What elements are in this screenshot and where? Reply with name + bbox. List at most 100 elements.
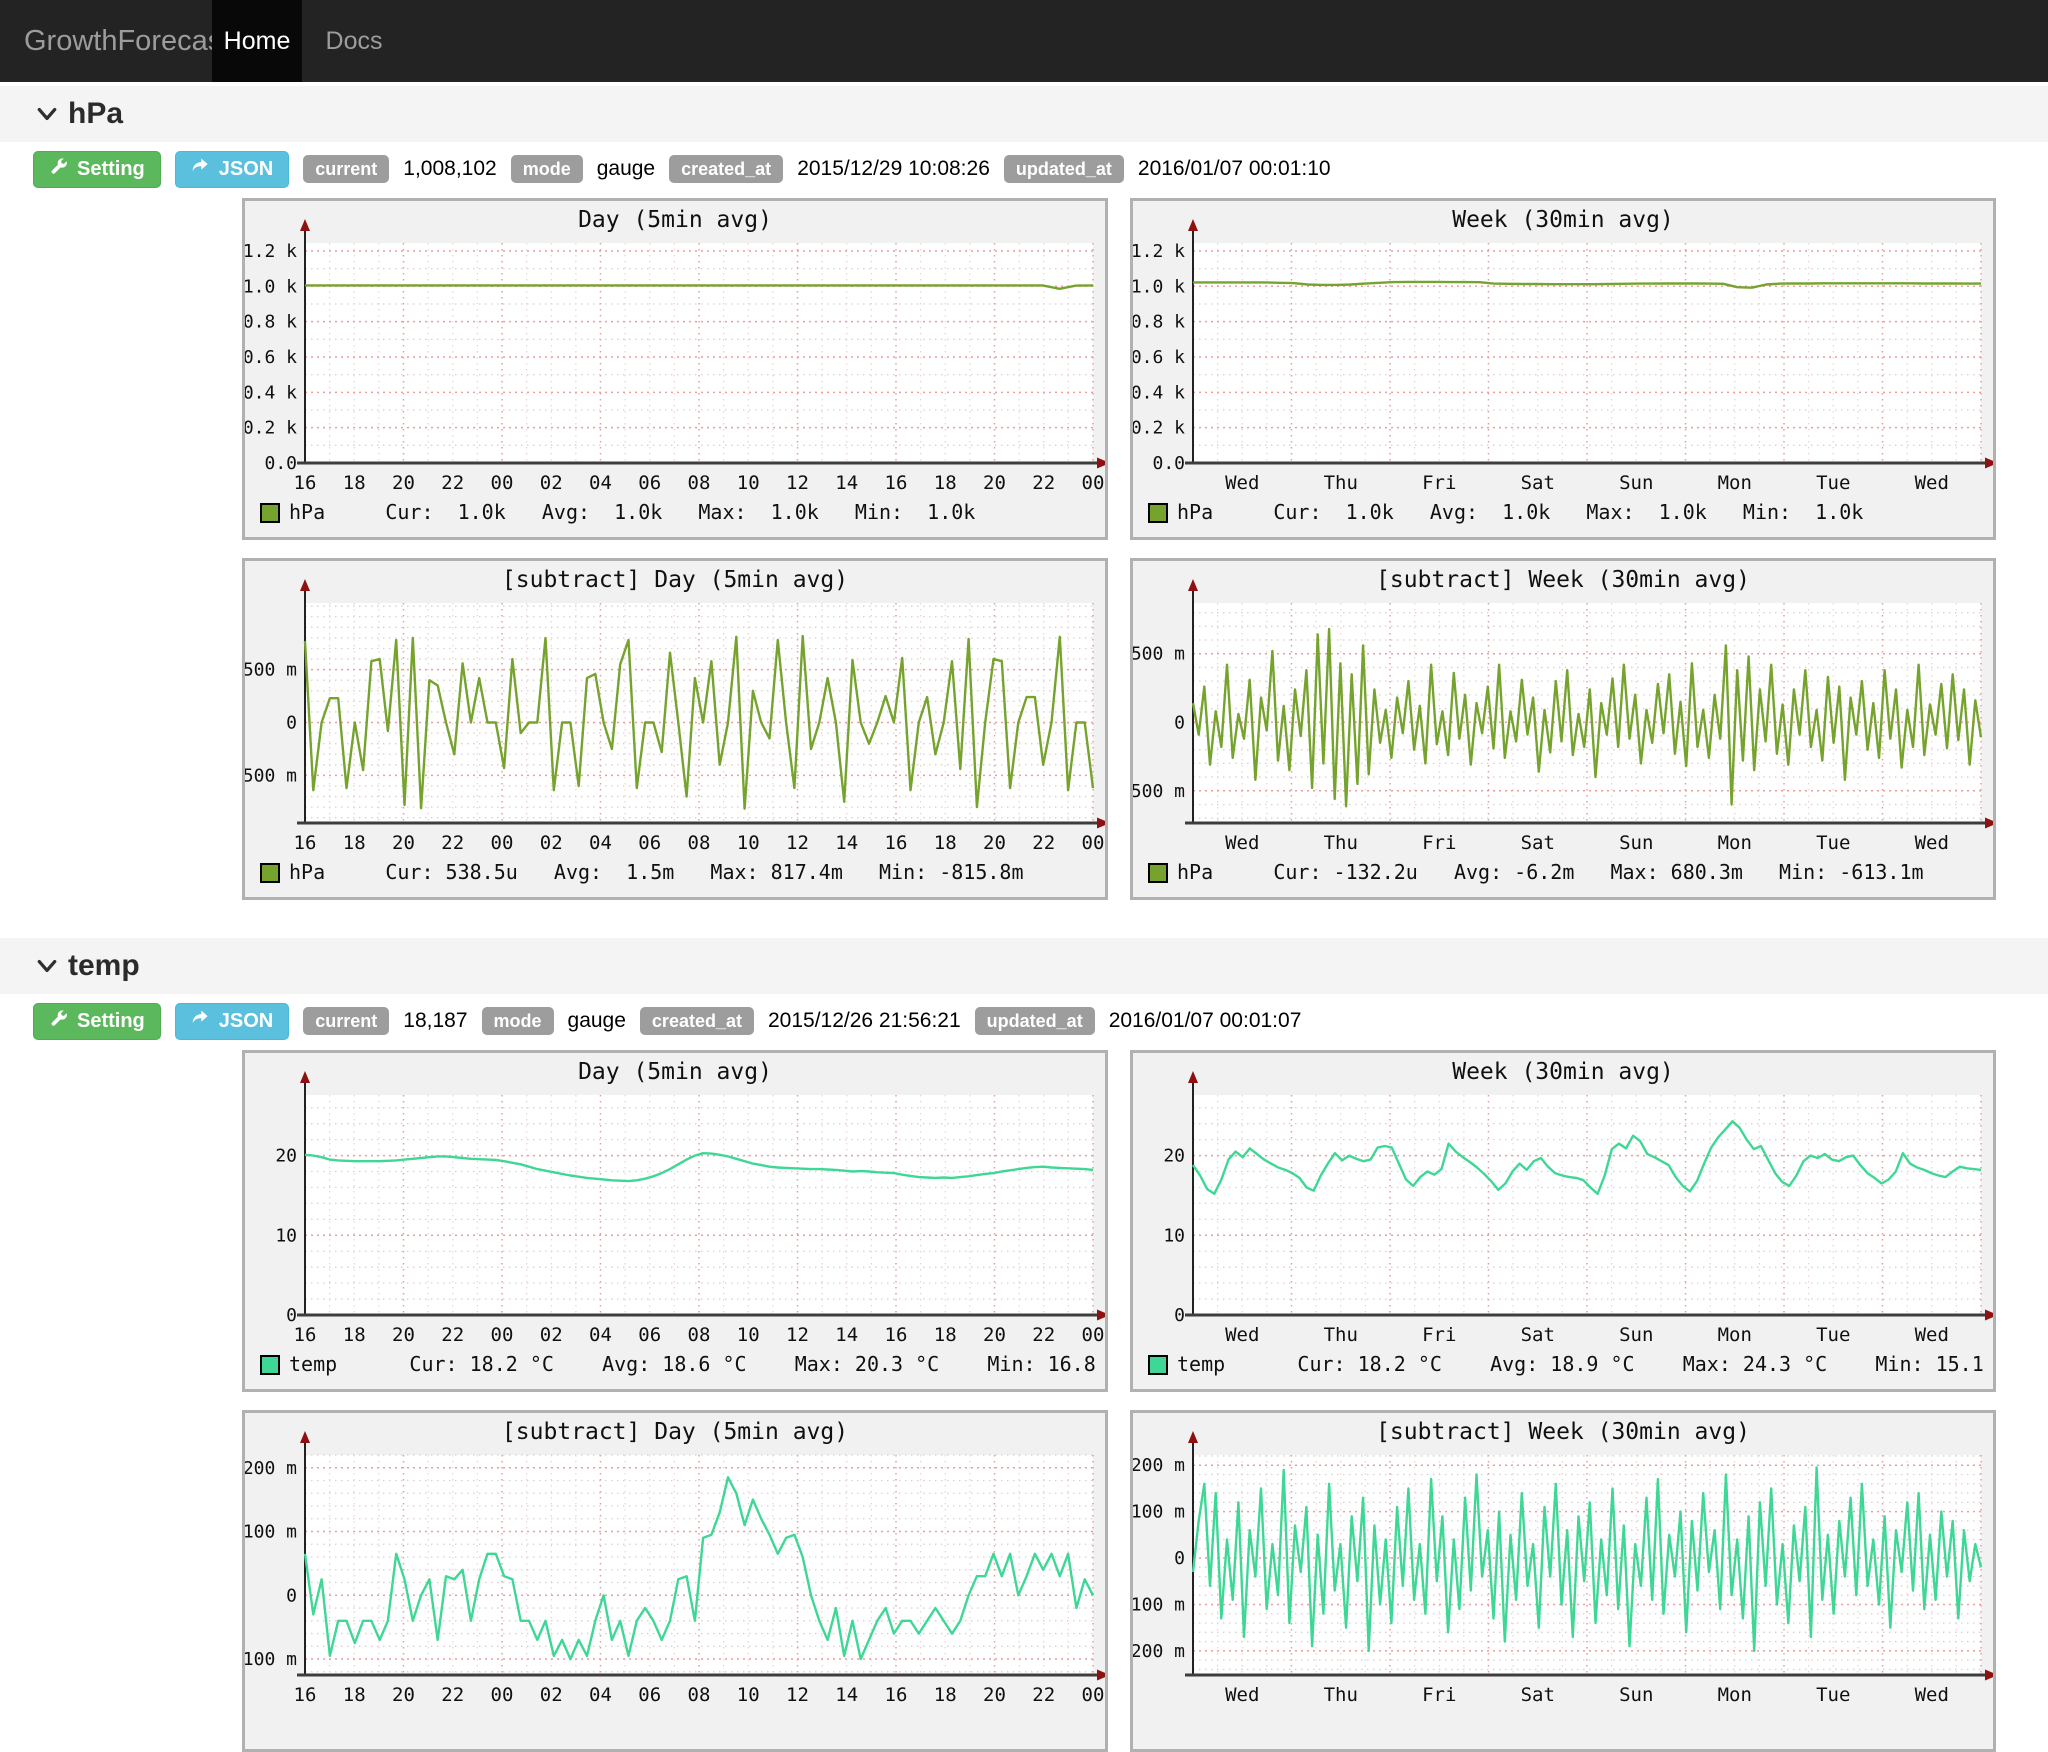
svg-text:Fri: Fri xyxy=(1422,832,1456,854)
svg-text:Tue: Tue xyxy=(1816,832,1850,854)
svg-text:20: 20 xyxy=(1163,1146,1185,1167)
section-header-hpa[interactable]: hPa xyxy=(0,86,2048,142)
svg-text:Sat: Sat xyxy=(1521,832,1555,854)
setting-button[interactable]: Setting xyxy=(33,151,161,188)
section-header-temp[interactable]: temp xyxy=(0,938,2048,994)
svg-text:00: 00 xyxy=(491,1684,514,1706)
svg-text:0.4 k: 0.4 k xyxy=(1133,382,1185,403)
graph-hpa-subtract-day[interactable]: 500 m0-500 m1618202200020406081012141618… xyxy=(242,558,1108,900)
svg-text:Fri: Fri xyxy=(1422,1684,1456,1706)
svg-text:Wed: Wed xyxy=(1225,1684,1259,1706)
updated-at-value: 2016/01/07 00:01:07 xyxy=(1109,1009,1302,1033)
svg-text:12: 12 xyxy=(786,472,809,494)
current-badge: current xyxy=(303,1007,389,1035)
graph-temp-week[interactable]: 20100WedThuFriSatSunMonTueWedWeek (30min… xyxy=(1130,1050,1996,1392)
svg-text:16: 16 xyxy=(885,832,908,854)
wrench-icon xyxy=(49,1009,68,1034)
svg-text:0.4 k: 0.4 k xyxy=(245,382,297,403)
json-button[interactable]: JSON xyxy=(175,1003,289,1040)
svg-text:0.8 k: 0.8 k xyxy=(1133,312,1185,333)
svg-text:0: 0 xyxy=(1174,1305,1185,1326)
svg-text:1.2 k: 1.2 k xyxy=(245,241,297,262)
json-button[interactable]: JSON xyxy=(175,151,289,188)
nav-docs[interactable]: Docs xyxy=(316,0,392,82)
svg-text:-100 m: -100 m xyxy=(245,1649,297,1670)
svg-text:18: 18 xyxy=(934,1684,957,1706)
svg-text:Wed: Wed xyxy=(1915,1324,1949,1346)
graph-temp-subtract-day[interactable]: 200 m100 m0-100 m16182022000204060810121… xyxy=(242,1410,1108,1752)
svg-text:22: 22 xyxy=(1032,832,1055,854)
svg-text:20: 20 xyxy=(983,1324,1006,1346)
graph-hpa-subtract-week[interactable]: 500 m0-500 mWedThuFriSatSunMonTueWed[sub… xyxy=(1130,558,1996,900)
svg-text:16: 16 xyxy=(885,1324,908,1346)
svg-text:22: 22 xyxy=(1032,1684,1055,1706)
svg-text:hPa Cur: 538.5u Avg: 1.: hPa Cur: 538.5u Avg: 1.5m Max: 817.4m Mi… xyxy=(289,860,1024,884)
created-at-badge: created_at xyxy=(640,1007,754,1035)
chart-canvas: 201001618202200020406081012141618202200D… xyxy=(245,1053,1105,1389)
graph-hpa-day[interactable]: 1.2 k1.0 k0.8 k0.6 k0.4 k0.2 k0.01618202… xyxy=(242,198,1108,540)
svg-text:14: 14 xyxy=(835,472,858,494)
svg-text:0.6 k: 0.6 k xyxy=(1133,347,1185,368)
json-button-label: JSON xyxy=(219,158,273,181)
svg-text:0.0: 0.0 xyxy=(1152,453,1185,474)
svg-text:Wed: Wed xyxy=(1225,472,1259,494)
svg-text:10: 10 xyxy=(275,1225,297,1246)
svg-text:Thu: Thu xyxy=(1324,832,1358,854)
svg-text:[subtract] Day (5min avg): [subtract] Day (5min avg) xyxy=(502,1419,848,1445)
svg-text:500 m: 500 m xyxy=(245,660,297,681)
graph-temp-day[interactable]: 201001618202200020406081012141618202200D… xyxy=(242,1050,1108,1392)
mode-value: gauge xyxy=(568,1009,626,1033)
setting-button[interactable]: Setting xyxy=(33,1003,161,1040)
mode-value: gauge xyxy=(597,157,655,181)
svg-text:14: 14 xyxy=(835,1684,858,1706)
svg-text:00: 00 xyxy=(1082,1684,1105,1706)
svg-text:10: 10 xyxy=(737,472,760,494)
svg-text:temp Cur: 18.2 °C Avg:: temp Cur: 18.2 °C Avg: 18.9 °C Max: 24.3… xyxy=(1177,1352,1993,1376)
svg-text:0.6 k: 0.6 k xyxy=(245,347,297,368)
svg-text:20: 20 xyxy=(275,1146,297,1167)
svg-text:Thu: Thu xyxy=(1324,1684,1358,1706)
chart-canvas: 1.2 k1.0 k0.8 k0.6 k0.4 k0.2 k0.01618202… xyxy=(245,201,1105,537)
svg-text:0: 0 xyxy=(286,1585,297,1606)
svg-text:500 m: 500 m xyxy=(1133,644,1185,665)
svg-text:22: 22 xyxy=(441,1684,464,1706)
toolbar-temp: Setting JSON current 18,187 mode gauge c… xyxy=(33,1002,1301,1040)
nav-home[interactable]: Home xyxy=(212,0,302,82)
graph-hpa-week[interactable]: 1.2 k1.0 k0.8 k0.6 k0.4 k0.2 k0.0WedThuF… xyxy=(1130,198,1996,540)
svg-text:200 m: 200 m xyxy=(1133,1455,1185,1476)
updated-at-badge: updated_at xyxy=(1004,155,1124,183)
svg-text:0.2 k: 0.2 k xyxy=(1133,418,1185,439)
chart-canvas: 500 m0-500 m1618202200020406081012141618… xyxy=(245,561,1105,897)
svg-text:02: 02 xyxy=(540,1324,563,1346)
svg-text:Mon: Mon xyxy=(1718,1684,1752,1706)
created-at-value: 2015/12/29 10:08:26 xyxy=(797,157,990,181)
svg-text:0.8 k: 0.8 k xyxy=(245,312,297,333)
svg-text:Wed: Wed xyxy=(1915,832,1949,854)
graph-temp-subtract-week[interactable]: 200 m100 m0-100 m-200 mWedThuFriSatSunMo… xyxy=(1130,1410,1996,1752)
svg-text:100 m: 100 m xyxy=(1133,1502,1185,1523)
svg-text:Wed: Wed xyxy=(1225,1324,1259,1346)
svg-text:hPa Cur: 1.0k Avg: 1.0: hPa Cur: 1.0k Avg: 1.0k Max: 1.0k Min: 1… xyxy=(1177,500,1863,524)
svg-text:-500 m: -500 m xyxy=(1133,781,1185,802)
svg-text:16: 16 xyxy=(885,472,908,494)
updated-at-badge: updated_at xyxy=(975,1007,1095,1035)
svg-text:-500 m: -500 m xyxy=(245,765,297,786)
svg-text:10: 10 xyxy=(737,1684,760,1706)
svg-text:02: 02 xyxy=(540,832,563,854)
svg-text:00: 00 xyxy=(1082,832,1105,854)
chevron-down-icon xyxy=(36,955,58,977)
svg-text:04: 04 xyxy=(589,832,612,854)
mode-badge: mode xyxy=(482,1007,554,1035)
svg-text:00: 00 xyxy=(491,1324,514,1346)
wrench-icon xyxy=(49,157,68,182)
svg-text:22: 22 xyxy=(441,832,464,854)
svg-text:10: 10 xyxy=(737,832,760,854)
svg-text:Mon: Mon xyxy=(1718,832,1752,854)
current-value: 1,008,102 xyxy=(403,157,496,181)
svg-text:-200 m: -200 m xyxy=(1133,1641,1185,1662)
svg-text:Sat: Sat xyxy=(1521,1324,1555,1346)
chart-canvas: 500 m0-500 mWedThuFriSatSunMonTueWed[sub… xyxy=(1133,561,1993,897)
svg-text:08: 08 xyxy=(688,1324,711,1346)
svg-text:22: 22 xyxy=(441,472,464,494)
section-title: temp xyxy=(68,949,140,983)
